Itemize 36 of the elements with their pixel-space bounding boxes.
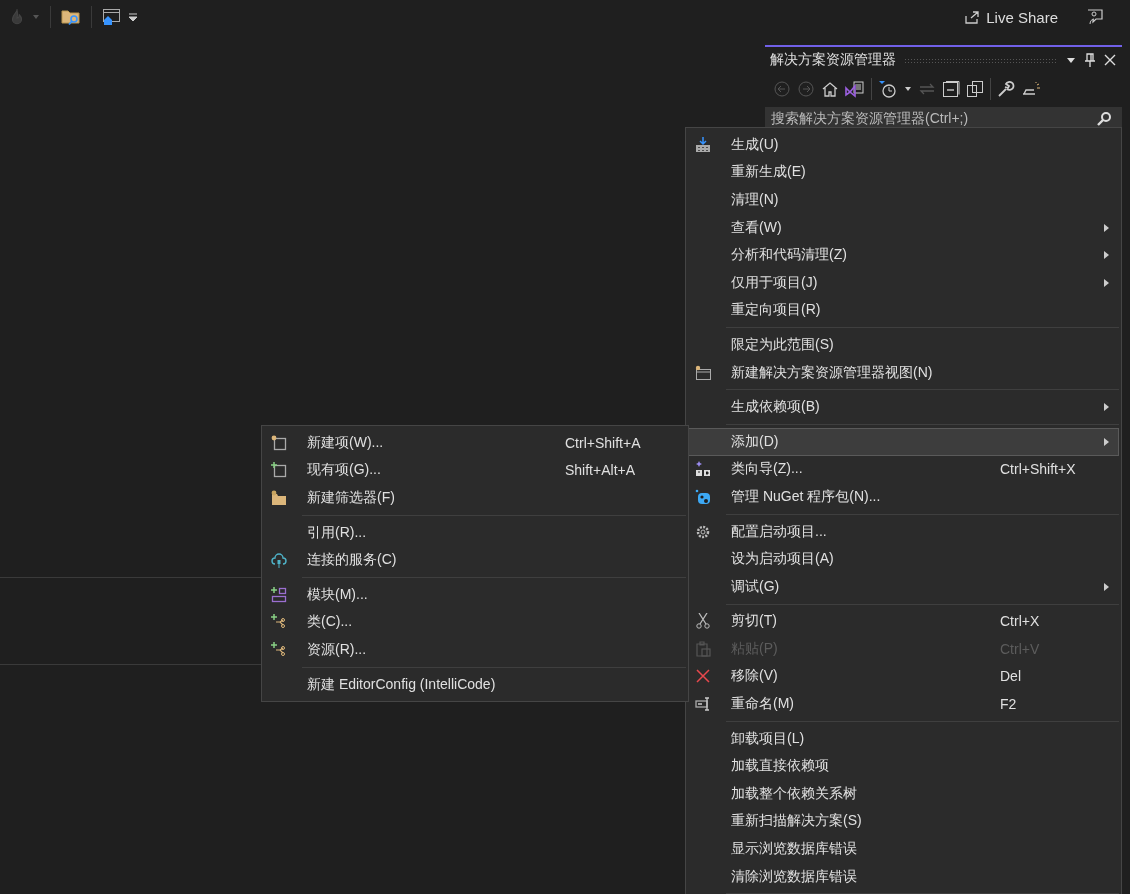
menu-item[interactable]: 连接的服务(C) (264, 546, 686, 574)
menu-item[interactable]: 生成(U) (688, 131, 1119, 159)
menu-item[interactable]: 重命名(M) F2 (688, 690, 1119, 718)
menu-item[interactable]: 配置启动项目... (688, 517, 1119, 546)
menu-item[interactable]: 资源(R)... (264, 636, 686, 664)
menu-item[interactable]: 清理(N) (688, 186, 1119, 214)
menu-item[interactable]: 剪切(T) Ctrl+X (688, 607, 1119, 636)
menu-item[interactable]: 类(C)... (264, 608, 686, 637)
menu-item[interactable]: 调试(G) (688, 572, 1119, 601)
panel-title: 解决方案资源管理器 (770, 51, 896, 69)
menu-item[interactable]: 管理 NuGet 程序包(N)... (688, 483, 1119, 511)
menu-item[interactable]: 仅用于项目(J) (688, 268, 1119, 297)
menu-item[interactable]: 新建项(W)... Ctrl+Shift+A (264, 429, 686, 457)
menu-item[interactable]: 移除(V) Del (688, 662, 1119, 691)
menu-item[interactable]: 清除浏览数据库错误 (688, 862, 1119, 891)
menu-item[interactable]: 类向导(Z)... Ctrl+Shift+X (688, 455, 1119, 484)
menu-item[interactable]: 重新扫描解决方案(S) (688, 807, 1119, 836)
menu-item[interactable]: 新建 EditorConfig (IntelliCode) (264, 670, 686, 699)
menu-item[interactable]: 添加(D) (688, 427, 1119, 456)
menu-item[interactable]: 新建筛选器(F) (264, 484, 686, 512)
menu-item[interactable]: 新建解决方案资源管理器视图(N) (688, 358, 1119, 387)
menu-item[interactable]: 重新生成(E) (688, 158, 1119, 187)
menu-item[interactable]: 设为启动项目(A) (688, 545, 1119, 573)
menu-item[interactable]: 加载整个依赖关系树 (688, 780, 1119, 808)
menu-item[interactable]: 现有项(G)... Shift+Alt+A (264, 456, 686, 485)
menu-item[interactable]: 卸载项目(L) (688, 724, 1119, 753)
menu-item[interactable]: 加载直接依赖项 (688, 752, 1119, 781)
menu-item[interactable]: 查看(W) (688, 213, 1119, 242)
menu-item[interactable]: 模块(M)... (264, 580, 686, 609)
menu-item[interactable]: 引用(R)... (264, 518, 686, 547)
menu-item[interactable]: 限定为此范围(S) (688, 331, 1119, 359)
live-share-button[interactable]: Live Share (956, 4, 1066, 30)
menu-item[interactable]: 分析和代码清理(Z) (688, 241, 1119, 269)
menu-item[interactable]: 显示浏览数据库错误 (688, 835, 1119, 863)
menu-item[interactable]: 生成依赖项(B) (688, 393, 1119, 421)
menu-item[interactable]: 重定向项目(R) (688, 296, 1119, 325)
